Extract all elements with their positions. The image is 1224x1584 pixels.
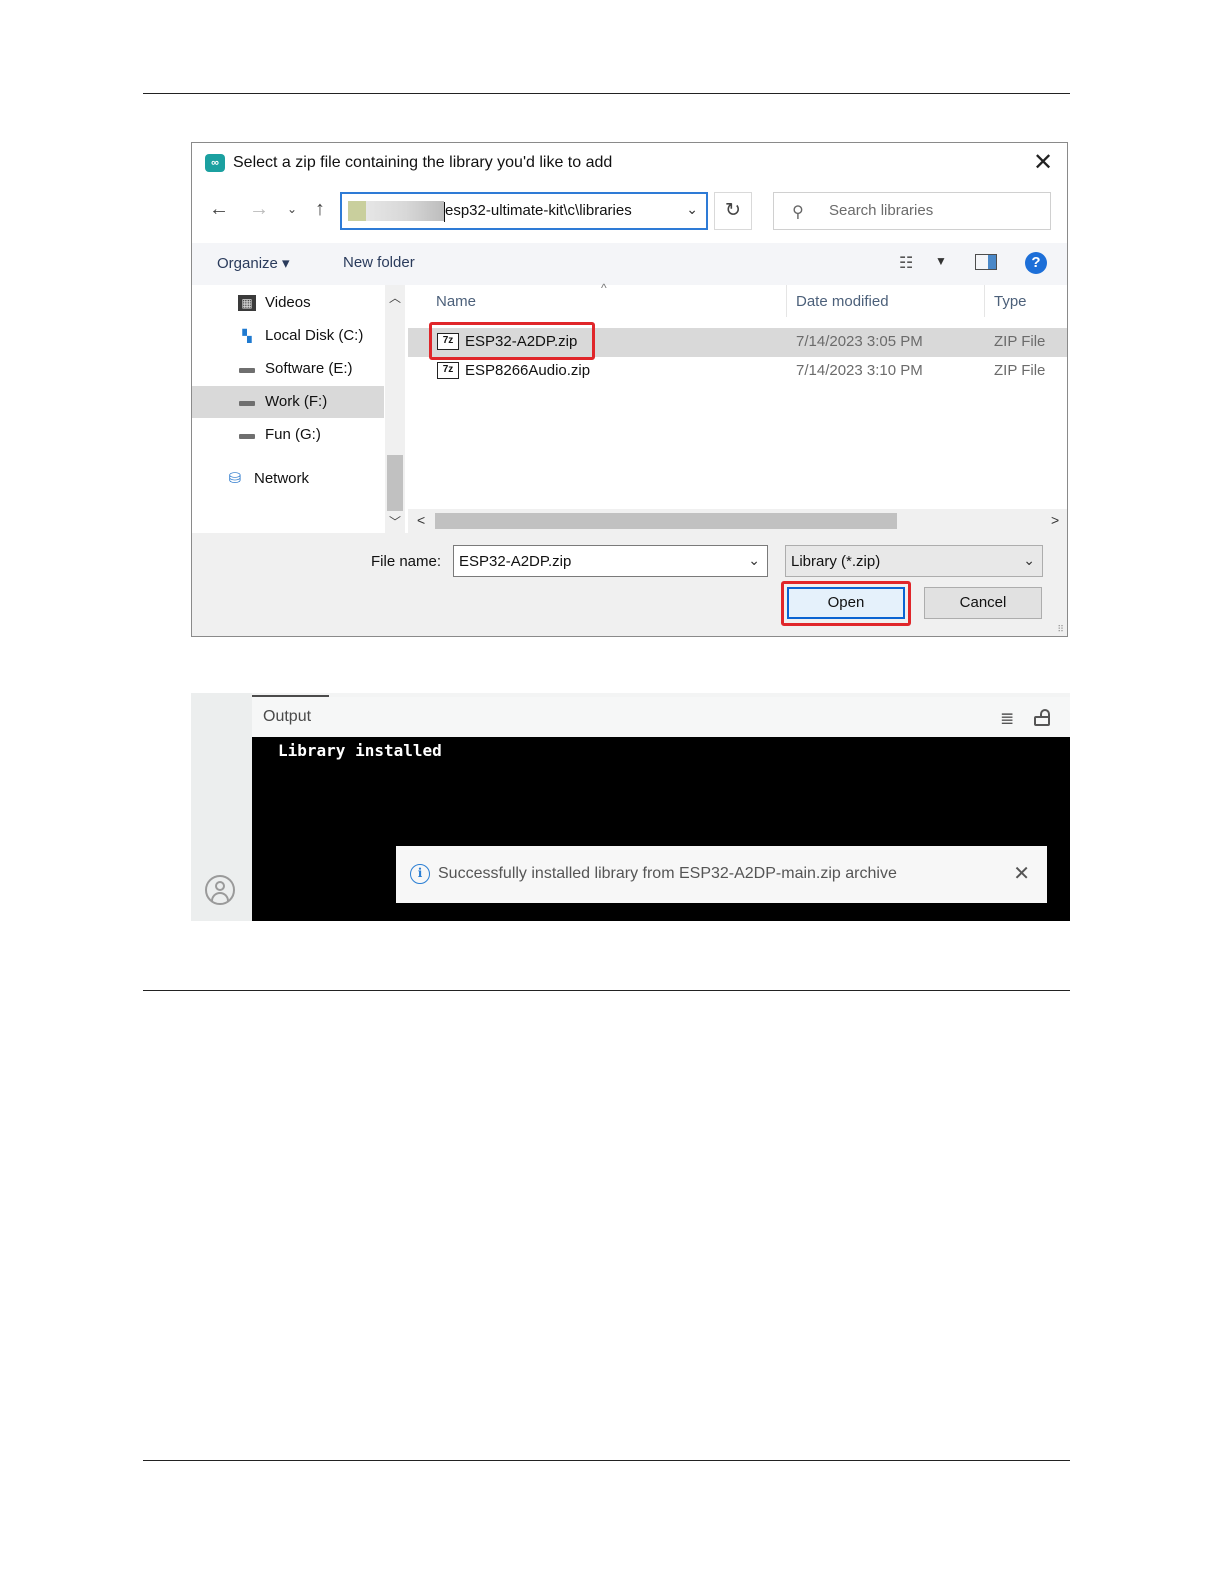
local-disk-icon: ▚: [242, 329, 252, 343]
refresh-icon[interactable]: ↻: [714, 192, 752, 230]
console-line: Library installed: [278, 741, 442, 760]
blurred-path-segment: [348, 201, 444, 221]
forward-arrow-icon[interactable]: →: [247, 197, 271, 221]
scrollbar-thumb[interactable]: [435, 513, 897, 529]
view-dropdown-caret-icon[interactable]: ▼: [935, 254, 947, 268]
up-arrow-icon[interactable]: ↑: [308, 197, 332, 221]
middle-rule: [143, 990, 1070, 991]
file-row-esp8266audio[interactable]: 7z ESP8266Audio.zip 7/14/2023 3:10 PM ZI…: [408, 357, 1067, 386]
drive-icon: [238, 427, 256, 443]
resize-grip-icon[interactable]: ⠿: [1057, 624, 1064, 635]
search-placeholder: Search libraries: [829, 202, 934, 219]
open-button[interactable]: Open: [787, 587, 905, 619]
file-name: ESP32-A2DP.zip: [465, 333, 578, 350]
address-bar[interactable]: esp32-ultimate-kit\c\libraries ⌄: [340, 192, 708, 230]
user-account-icon[interactable]: [205, 875, 235, 905]
file-row-esp32-a2dp[interactable]: 7z ESP32-A2DP.zip 7/14/2023 3:05 PM ZIP …: [408, 328, 1067, 357]
output-header: Output ≣: [252, 697, 1070, 737]
cancel-button[interactable]: Cancel: [924, 587, 1042, 619]
sidebar-item-network[interactable]: ⛁ Network: [192, 463, 384, 495]
console-edge: [1057, 737, 1070, 921]
close-icon[interactable]: ✕: [1029, 149, 1057, 177]
file-list-horizontal-scrollbar[interactable]: < >: [408, 509, 1067, 533]
sidebar-scrollbar[interactable]: ︿ ﹀: [385, 285, 405, 533]
chevron-down-icon[interactable]: ⌄: [748, 552, 760, 569]
file-open-dialog: ∞ Select a zip file containing the libra…: [191, 142, 1068, 637]
preview-pane-icon[interactable]: [975, 254, 997, 270]
videos-folder-icon: ▦: [238, 295, 256, 311]
file-date: 7/14/2023 3:05 PM: [796, 333, 923, 350]
scroll-right-icon[interactable]: >: [1051, 512, 1059, 528]
navigation-row: ← → ⌄ ↑ esp32-ultimate-kit\c\libraries ⌄…: [192, 189, 1067, 233]
sidebar-item-videos[interactable]: ▦ Videos: [192, 287, 384, 319]
ide-side-strip: [191, 693, 252, 921]
back-arrow-icon[interactable]: ←: [207, 197, 231, 221]
command-bar: Organize ▾ New folder ☷ ▼ ?: [192, 243, 1067, 285]
file-name: ESP8266Audio.zip: [465, 362, 591, 379]
file-list: ^ Name Date modified Type: [408, 281, 1067, 509]
sidebar-item-work-f[interactable]: Work (F:): [192, 386, 384, 418]
file-date: 7/14/2023 3:10 PM: [796, 362, 923, 379]
column-header-date-modified[interactable]: Date modified: [796, 293, 889, 310]
file-name-label: File name:: [371, 553, 442, 570]
scrollbar-thumb[interactable]: [387, 455, 403, 511]
file-name-input[interactable]: ESP32-A2DP.zip ⌄: [453, 545, 768, 577]
new-folder-button[interactable]: New folder: [343, 254, 415, 271]
sidebar-item-software-e[interactable]: Software (E:): [192, 353, 384, 385]
dialog-title: Select a zip file containing the library…: [233, 154, 613, 171]
output-title: Output: [263, 708, 312, 725]
recent-locations-chevron-icon[interactable]: ⌄: [280, 197, 304, 221]
organize-menu[interactable]: Organize ▾: [217, 254, 290, 272]
file-type-filter-select[interactable]: Library (*.zip) ⌄: [785, 545, 1043, 577]
file-type: ZIP File: [994, 362, 1046, 379]
view-options-icon[interactable]: ☷: [899, 253, 913, 273]
column-header-type[interactable]: Type: [994, 293, 1027, 310]
info-icon: i: [410, 864, 430, 884]
chevron-down-icon[interactable]: ⌄: [686, 201, 698, 218]
scroll-up-icon[interactable]: ︿: [388, 289, 402, 306]
drive-icon: [238, 394, 256, 410]
toast-message: Successfully installed library from ESP3…: [438, 865, 897, 882]
dialog-titlebar: ∞ Select a zip file containing the libra…: [192, 143, 1067, 183]
column-header-name[interactable]: Name: [436, 293, 476, 310]
scroll-down-icon[interactable]: ﹀: [388, 513, 402, 530]
ide-output-panel: Output ≣ Library installed i Successfull…: [191, 693, 1070, 921]
close-icon[interactable]: ✕: [1013, 861, 1030, 886]
navigation-pane: ▦ Videos ▚ Local Disk (C:) Software (E:)…: [192, 285, 386, 533]
notification-toast: i Successfully installed library from ES…: [396, 846, 1047, 903]
arduino-app-icon: ∞: [205, 154, 225, 172]
network-icon: ⛁: [228, 470, 242, 487]
help-icon[interactable]: ?: [1025, 252, 1047, 274]
zip-archive-icon: 7z: [437, 362, 459, 379]
dialog-footer: File name: ESP32-A2DP.zip ⌄ Library (*.z…: [192, 533, 1067, 636]
sort-ascending-icon: ^: [601, 281, 607, 295]
sidebar-item-local-disk-c[interactable]: ▚ Local Disk (C:): [192, 320, 384, 352]
column-separator: [786, 285, 787, 317]
file-name-value: ESP32-A2DP.zip: [459, 553, 572, 570]
scroll-lock-icon[interactable]: [1034, 709, 1050, 726]
column-separator: [984, 285, 985, 317]
zip-archive-icon: 7z: [437, 333, 459, 350]
drive-icon: [238, 361, 256, 377]
search-box[interactable]: ⚲ Search libraries: [773, 192, 1051, 230]
clear-output-icon[interactable]: ≣: [1000, 709, 1014, 729]
filter-value: Library (*.zip): [791, 553, 881, 570]
address-path: esp32-ultimate-kit\c\libraries: [445, 202, 632, 219]
top-rule: [143, 93, 1070, 94]
file-type: ZIP File: [994, 333, 1046, 350]
scroll-left-icon[interactable]: <: [417, 512, 425, 528]
search-icon: ⚲: [792, 204, 804, 221]
sidebar-item-fun-g[interactable]: Fun (G:): [192, 419, 384, 451]
bottom-rule: [143, 1460, 1070, 1461]
chevron-down-icon[interactable]: ⌄: [1023, 552, 1035, 569]
